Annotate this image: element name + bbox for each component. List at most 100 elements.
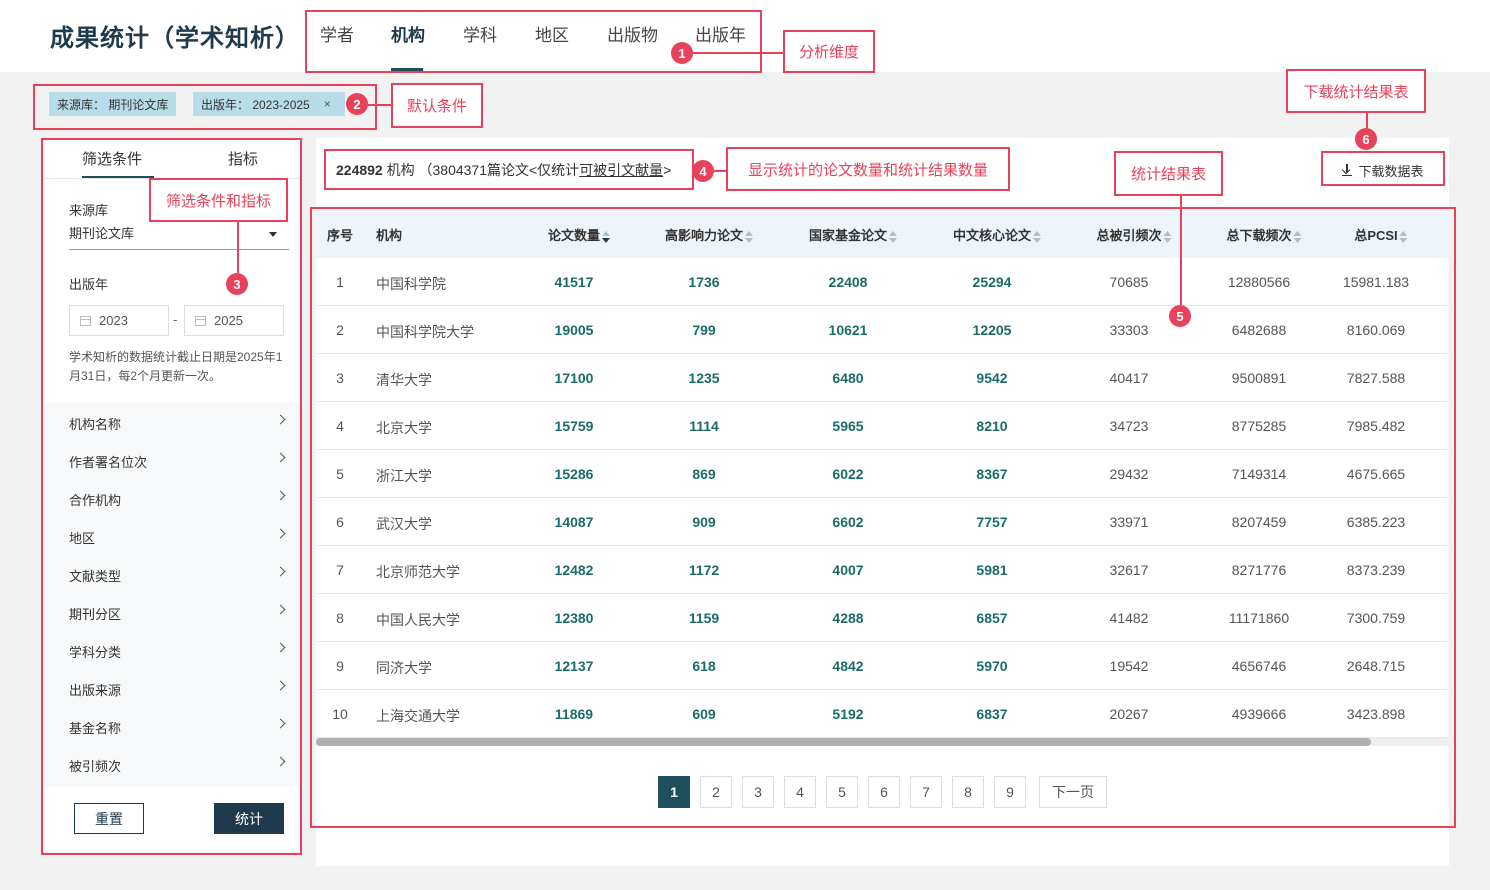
cell-institution: 中国科学院 — [376, 276, 446, 292]
page-button-2[interactable]: 2 — [700, 776, 732, 808]
year-from-input[interactable]: 2023 — [69, 305, 169, 336]
filter-item[interactable]: 被引频次 — [44, 745, 300, 783]
sort-icon[interactable] — [1293, 230, 1302, 243]
page-button-7[interactable]: 7 — [910, 776, 942, 808]
cell-fund: 5192 — [832, 706, 864, 722]
tab-scholar[interactable]: 学者 — [320, 21, 354, 46]
page-button-6[interactable]: 6 — [868, 776, 900, 808]
chip-label: 出版年： 2023-2025 — [201, 97, 310, 112]
sort-icon[interactable] — [1033, 230, 1042, 243]
sort-icon[interactable] — [745, 230, 754, 243]
column-header-pcsi[interactable]: 总PCSI — [1354, 225, 1408, 244]
result-summary: 224892 机构 （3804371篇论文<仅统计可被引文献量> — [336, 160, 671, 180]
page-button-9[interactable]: 9 — [994, 776, 1026, 808]
caret-down-icon — [269, 232, 277, 237]
annotation-marker-2: 2 — [346, 93, 368, 115]
page-button-3[interactable]: 3 — [742, 776, 774, 808]
filter-item[interactable]: 期刊分区 — [44, 593, 300, 631]
tab-institution[interactable]: 机构 — [391, 21, 425, 46]
cell-papers: 15286 — [554, 466, 594, 482]
stat-button[interactable]: 统计 — [214, 803, 284, 834]
filter-item[interactable]: 机构名称 — [44, 403, 300, 441]
table-row: 9 同济大学 12137 618 4842 5970 19542 4656746 2648.71… — [316, 642, 1449, 690]
filter-item[interactable]: 地区 — [44, 517, 300, 555]
column-header-downloads[interactable]: 总下载频次 — [1226, 225, 1302, 244]
cell-institution: 武汉大学 — [376, 516, 432, 532]
tab-filter-conditions[interactable]: 筛选条件 — [82, 148, 142, 169]
cell-fund: 5965 — [832, 418, 864, 434]
cell-downloads: 7149314 — [1231, 466, 1287, 482]
reset-button[interactable]: 重置 — [74, 803, 144, 834]
cell-core: 7757 — [976, 514, 1008, 530]
cell-downloads: 9500891 — [1231, 370, 1287, 386]
cell-citations: 40417 — [1109, 370, 1149, 386]
cell-core: 5981 — [976, 562, 1008, 578]
cell-high-impact: 618 — [692, 658, 716, 674]
cell-fund: 6022 — [832, 466, 864, 482]
cell-high-impact: 799 — [692, 322, 716, 338]
next-page-button[interactable]: 下一页 — [1039, 776, 1107, 808]
tab-publication-year[interactable]: 出版年 — [695, 21, 746, 46]
page-title: 成果统计（学术知析） — [50, 25, 300, 52]
filter-item[interactable]: 文献类型 — [44, 555, 300, 593]
chevron-right-icon — [275, 680, 286, 691]
cell-pcsi: 8373.239 — [1346, 562, 1406, 578]
cell-papers: 11869 — [554, 706, 594, 722]
filter-item-label: 出版来源 — [69, 683, 122, 698]
chevron-right-icon — [275, 452, 286, 463]
cell-citations: 70685 — [1109, 274, 1149, 290]
sort-icon[interactable] — [1399, 230, 1408, 243]
page-button-1[interactable]: 1 — [658, 776, 690, 808]
filter-item[interactable]: 作者署名位次 — [44, 441, 300, 479]
download-table-button[interactable]: 下载数据表 — [1324, 155, 1442, 185]
filter-item[interactable]: 基金名称 — [44, 707, 300, 745]
horizontal-scrollbar[interactable] — [316, 738, 1449, 746]
tab-indicators[interactable]: 指标 — [228, 148, 258, 169]
tab-region[interactable]: 地区 — [535, 21, 569, 46]
table-row: 4 北京大学 15759 1114 5965 8210 34723 8775285 7985.4… — [316, 402, 1449, 450]
sort-icon[interactable] — [1163, 230, 1172, 243]
cell-high-impact: 909 — [692, 514, 716, 530]
result-unit: 机构 — [386, 162, 415, 178]
cell-citations: 29432 — [1109, 466, 1149, 482]
column-header-fund[interactable]: 国家基金论文 — [809, 225, 898, 244]
page-button-5[interactable]: 5 — [826, 776, 858, 808]
annotation-label-default-conditions: 默认条件 — [391, 83, 483, 128]
citable-docs-link[interactable]: 可被引文献量 — [579, 162, 663, 178]
sort-desc-icon[interactable] — [602, 230, 611, 243]
cell-core: 6837 — [976, 706, 1008, 722]
sort-icon[interactable] — [889, 230, 898, 243]
column-header-papers[interactable]: 论文数量 — [548, 225, 611, 244]
filter-item[interactable]: 出版来源 — [44, 669, 300, 707]
cell-papers: 19005 — [554, 322, 594, 338]
annotation-label-download: 下载统计结果表 — [1286, 69, 1426, 113]
annotation-marker-4: 4 — [692, 160, 714, 182]
filter-item[interactable]: 学科分类 — [44, 631, 300, 669]
scrollbar-thumb[interactable] — [316, 738, 1371, 746]
annotation-marker-1: 1 — [671, 42, 693, 64]
cell-institution: 中国科学院大学 — [376, 324, 474, 340]
page-button-4[interactable]: 4 — [784, 776, 816, 808]
table-row: 8 中国人民大学 12380 1159 4288 6857 41482 11171860 730… — [316, 594, 1449, 642]
tab-publication[interactable]: 出版物 — [607, 21, 658, 46]
cell-index: 7 — [336, 562, 344, 578]
cell-papers: 15759 — [554, 418, 594, 434]
year-to-input[interactable]: 2025 — [184, 305, 284, 336]
cell-institution: 北京大学 — [376, 420, 432, 436]
column-header-core[interactable]: 中文核心论文 — [953, 225, 1042, 244]
cell-high-impact: 1736 — [688, 274, 720, 290]
source-select-value: 期刊论文库 — [69, 226, 135, 241]
chevron-right-icon — [275, 490, 286, 501]
page-button-8[interactable]: 8 — [952, 776, 984, 808]
filter-item[interactable]: 合作机构 — [44, 479, 300, 517]
cell-core: 8367 — [976, 466, 1008, 482]
column-header-citations[interactable]: 总被引频次 — [1096, 225, 1172, 244]
chevron-right-icon — [275, 604, 286, 615]
source-select[interactable]: 期刊论文库 — [69, 224, 289, 250]
close-icon[interactable]: × — [324, 97, 331, 111]
column-header-high-impact[interactable]: 高影响力论文 — [665, 225, 754, 244]
cell-core: 5970 — [976, 658, 1008, 674]
column-header-institution: 机构 — [376, 228, 403, 243]
tab-discipline[interactable]: 学科 — [463, 21, 497, 46]
cell-institution: 清华大学 — [376, 372, 432, 388]
